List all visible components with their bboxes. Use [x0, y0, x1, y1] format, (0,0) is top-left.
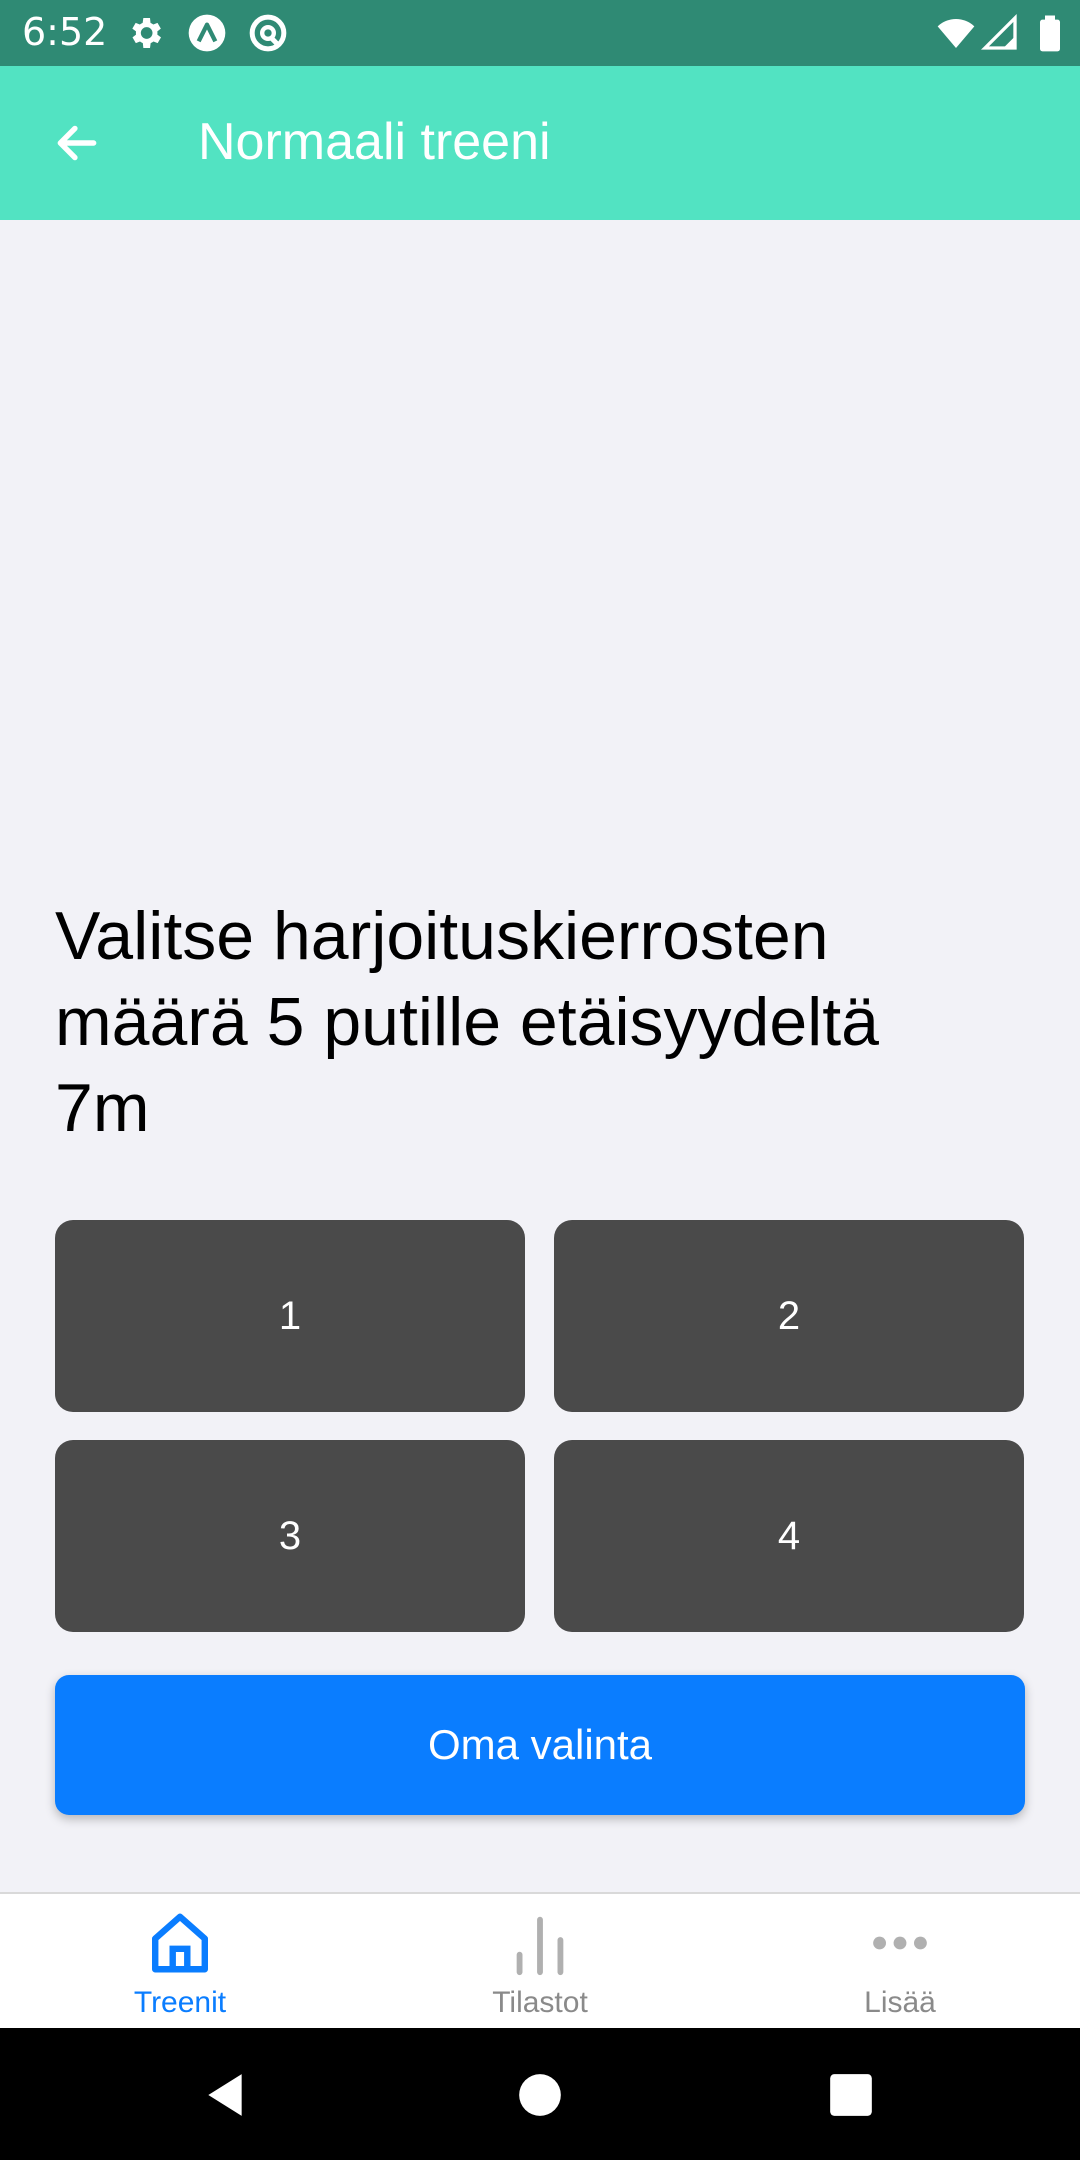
- tab-tilastot[interactable]: Tilastot: [360, 1894, 720, 2028]
- status-time: 6:52: [22, 10, 108, 54]
- page-title: Normaali treeni: [198, 113, 551, 171]
- home-circle-icon[interactable]: [515, 2070, 565, 2120]
- choice-button-3[interactable]: 3: [55, 1440, 525, 1632]
- tab-label-tilastot: Tilastot: [492, 1986, 588, 2019]
- arrow-up-circle-icon: [188, 14, 226, 52]
- at-sign-icon: [249, 14, 287, 52]
- tab-label-lisaa: Lisää: [864, 1986, 936, 2019]
- home-icon: [152, 1913, 208, 1973]
- wifi-icon: [937, 19, 975, 48]
- bottom-tab-bar: Treenit Tilastot Lisää: [0, 1892, 1080, 2028]
- more-icon: [873, 1936, 927, 1950]
- choice-button-2[interactable]: 2: [554, 1220, 1024, 1412]
- back-button[interactable]: [40, 106, 114, 180]
- tab-label-treenit: Treenit: [133, 1986, 227, 2019]
- battery-icon: [1040, 15, 1060, 52]
- signal-icon: [980, 13, 1017, 50]
- system-nav-bar: [0, 2028, 1080, 2160]
- tab-treenit[interactable]: Treenit: [0, 1894, 360, 2028]
- choice-button-1[interactable]: 1: [55, 1220, 525, 1412]
- choice-button-4[interactable]: 4: [554, 1440, 1024, 1632]
- gear-icon: [132, 18, 161, 48]
- question-line-3: 7m: [55, 1070, 150, 1146]
- recents-square-icon[interactable]: [826, 2070, 876, 2120]
- tab-lisaa[interactable]: Lisää: [720, 1894, 1080, 2028]
- bar-chart-icon: [516, 1916, 564, 1976]
- question-line-2: määrä 5 putille etäisyydeltä: [55, 984, 880, 1060]
- custom-choice-button[interactable]: Oma valinta: [55, 1675, 1025, 1815]
- question-text: Valitse harjoituskierrosten määrä 5 puti…: [55, 893, 1035, 1151]
- back-triangle-icon[interactable]: [200, 2070, 250, 2120]
- status-bar: 6:52: [0, 0, 1080, 66]
- app-bar: Normaali treeni: [0, 66, 1080, 220]
- question-line-1: Valitse harjoituskierrosten: [55, 898, 829, 974]
- arrow-left-icon: [57, 125, 97, 161]
